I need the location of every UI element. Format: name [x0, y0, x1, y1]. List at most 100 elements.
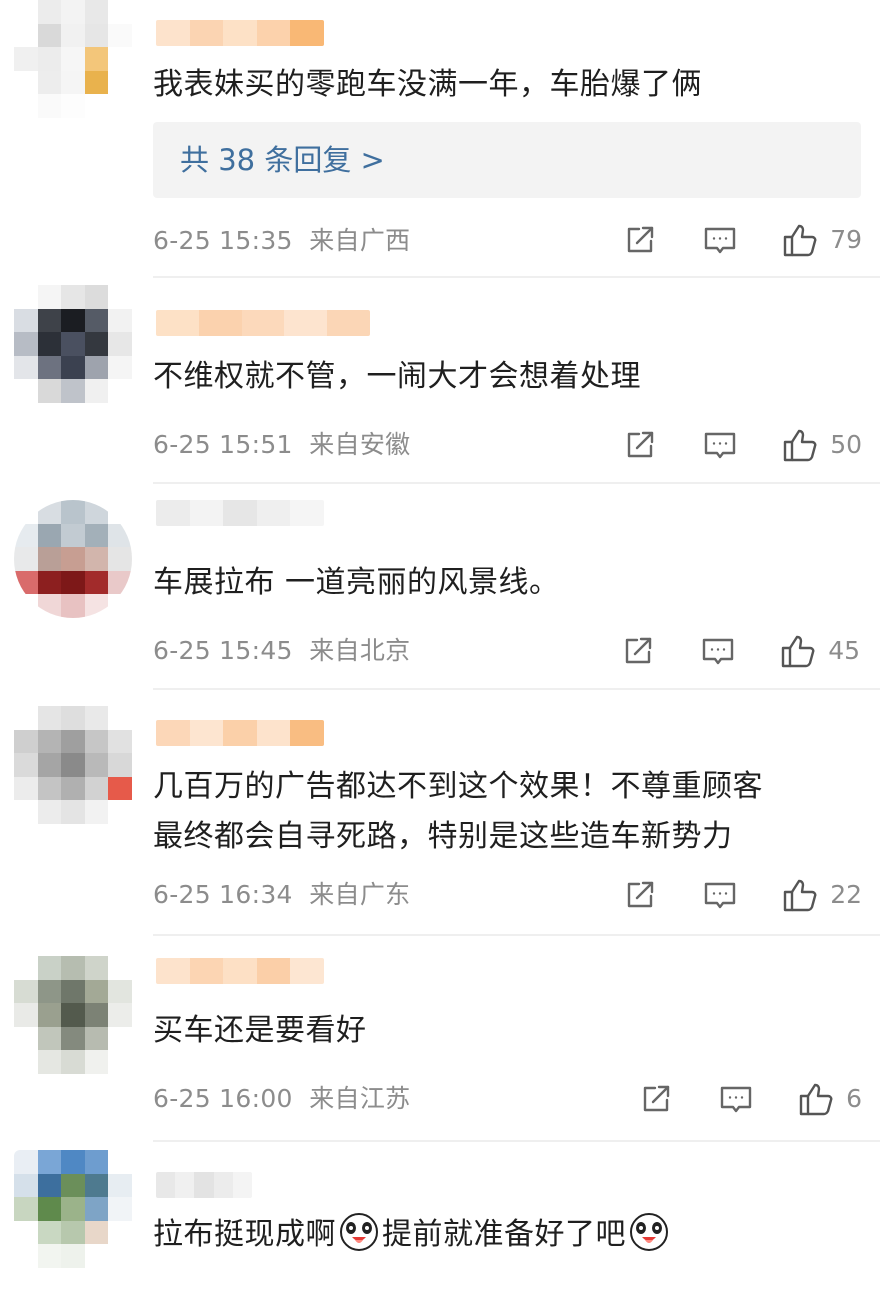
username[interactable] — [156, 958, 324, 984]
like-button[interactable]: 22 — [782, 876, 862, 914]
avatar-pixel — [108, 355, 132, 380]
username[interactable] — [156, 1172, 252, 1198]
username[interactable] — [156, 20, 324, 46]
comment-button[interactable] — [702, 427, 738, 463]
username-pixel — [256, 958, 291, 984]
avatar-pixel — [14, 547, 38, 571]
avatar-pixel — [14, 706, 38, 730]
divider — [153, 482, 880, 484]
avatar-pixel — [14, 1173, 38, 1198]
avatar-pixel — [84, 332, 109, 356]
avatar-pixel — [84, 1173, 109, 1198]
avatar-pixel — [37, 1244, 62, 1268]
avatar-pixel — [61, 706, 85, 730]
share-button[interactable] — [638, 1081, 674, 1117]
avatar-pixel — [84, 1003, 109, 1027]
share-button[interactable] — [620, 633, 656, 669]
like-count: 6 — [846, 1084, 862, 1113]
like-button[interactable]: 50 — [782, 426, 862, 464]
comment-1: 我表妹买的零跑车没满一年，车胎爆了俩 共 38 条回复 > 6-25 15:35… — [0, 0, 880, 278]
avatar-pixel — [37, 1173, 62, 1198]
avatar-pixel — [37, 1003, 62, 1027]
avatar[interactable] — [14, 285, 132, 403]
comment-icon — [702, 222, 738, 258]
username-pixel — [156, 20, 190, 46]
avatar-pixel — [37, 308, 62, 333]
comment-button[interactable] — [718, 1081, 754, 1117]
reply-box[interactable]: 共 38 条回复 > — [153, 122, 861, 198]
comment-button[interactable] — [700, 633, 736, 669]
avatar-pixel — [61, 1150, 85, 1174]
username[interactable] — [156, 500, 324, 526]
divider — [153, 934, 880, 936]
share-button[interactable] — [622, 222, 658, 258]
avatar-pixel — [14, 800, 38, 824]
share-button[interactable] — [622, 877, 658, 913]
avatar-pixel — [84, 1220, 109, 1245]
avatar-pixel — [37, 706, 62, 730]
avatar-pixel — [14, 594, 38, 618]
action-bar: 22 — [622, 875, 862, 915]
avatar-pixel — [37, 379, 62, 403]
share-button[interactable] — [622, 427, 658, 463]
like-button[interactable]: 6 — [798, 1080, 862, 1118]
username[interactable] — [156, 720, 324, 746]
like-button[interactable]: 45 — [780, 632, 860, 670]
avatar-pixel — [37, 47, 62, 71]
divider — [153, 1140, 880, 1142]
avatar-pixel — [108, 285, 132, 309]
avatar-pixel — [37, 956, 62, 980]
avatar-pixel — [61, 776, 85, 801]
like-button[interactable]: 79 — [782, 221, 862, 259]
comment-6: 拉布挺现成啊 提前就准备好了吧 — [0, 1144, 880, 1292]
avatar[interactable] — [14, 500, 132, 618]
avatar-pixel — [108, 570, 132, 595]
divider — [153, 276, 880, 278]
avatar-pixel — [84, 800, 109, 824]
avatar[interactable] — [14, 1150, 132, 1268]
avatar-pixel — [14, 1003, 38, 1027]
avatar-pixel — [108, 1220, 132, 1245]
comment-meta: 6-25 16:34 来自广东 — [153, 878, 410, 912]
avatar-pixel — [37, 1026, 62, 1051]
avatar-pixel — [108, 547, 132, 571]
thumbs-up-icon — [782, 426, 820, 464]
avatar-pixel — [14, 70, 38, 95]
avatar-pixel — [108, 706, 132, 730]
avatar[interactable] — [14, 956, 132, 1074]
avatar-pixel — [61, 547, 85, 571]
avatar[interactable] — [14, 0, 132, 118]
comment-text: 我表妹买的零跑车没满一年，车胎爆了俩 — [153, 67, 702, 102]
view-replies-link[interactable]: 共 38 条回复 > — [180, 140, 385, 180]
username-pixel — [156, 310, 199, 336]
avatar-pixel — [14, 1197, 38, 1221]
comment-time: 6-25 15:51 — [153, 430, 293, 459]
avatar-pixel — [61, 379, 85, 403]
avatar-pixel — [108, 308, 132, 333]
username-pixel — [241, 310, 285, 336]
avatar-pixel — [84, 70, 109, 95]
avatar-pixel — [61, 800, 85, 824]
avatar-pixel — [61, 308, 85, 333]
comment-button[interactable] — [702, 222, 738, 258]
comment-time: 6-25 16:34 — [153, 880, 293, 909]
username[interactable] — [156, 310, 370, 336]
avatar-pixel — [61, 500, 85, 524]
avatar-pixel — [108, 1244, 132, 1268]
avatar-pixel — [14, 570, 38, 595]
avatar-pixel — [37, 1197, 62, 1221]
username-pixel — [189, 500, 224, 526]
avatar-pixel — [84, 379, 109, 403]
avatar-pixel — [37, 523, 62, 548]
avatar-pixel — [37, 0, 62, 24]
action-bar: 79 — [622, 220, 862, 260]
avatar-pixel — [84, 308, 109, 333]
action-bar: 45 — [620, 631, 860, 671]
avatar-pixel — [61, 523, 85, 548]
username-pixel — [175, 1172, 195, 1198]
like-count: 45 — [828, 636, 860, 665]
avatar[interactable] — [14, 706, 132, 824]
comment-button[interactable] — [702, 877, 738, 913]
username-pixel — [284, 310, 328, 336]
panda-emoji-icon — [629, 1212, 669, 1252]
